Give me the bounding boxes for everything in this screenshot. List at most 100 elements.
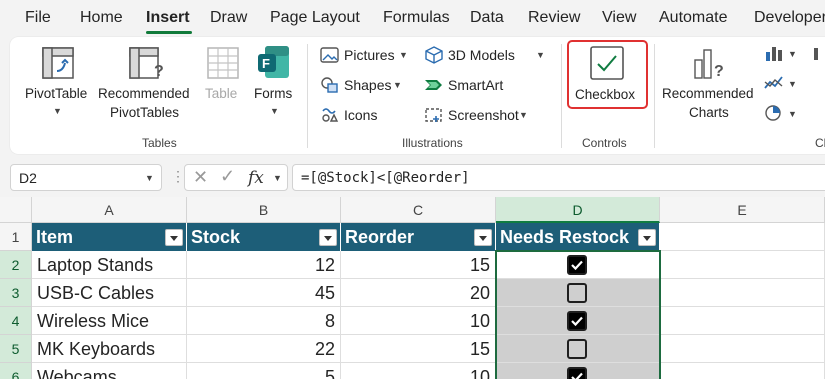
pie-chart-button[interactable]: ▼ <box>764 104 804 126</box>
cube-icon <box>425 46 443 64</box>
cell-reorder[interactable]: 20 <box>341 279 496 307</box>
cell-reorder[interactable]: 15 <box>341 335 496 363</box>
row-header-6[interactable]: 6 <box>0 363 32 379</box>
shapes-button[interactable]: Shapes ▼ <box>320 75 410 97</box>
insert-function-icon[interactable]: fx <box>248 168 264 188</box>
filter-dropdown-icon[interactable] <box>638 229 656 246</box>
tab-automate[interactable]: Automate <box>659 9 727 27</box>
cell-reorder[interactable]: 10 <box>341 307 496 335</box>
group-divider <box>307 44 308 148</box>
enter-icon[interactable]: ✓ <box>220 166 235 187</box>
forms-button[interactable]: F Forms ▼ <box>250 44 298 122</box>
pictures-button[interactable]: Pictures ▼ <box>320 45 410 67</box>
cell-stock[interactable]: 45 <box>187 279 341 307</box>
cell-item[interactable]: Laptop Stands <box>32 251 187 279</box>
chevron-down-icon: ▼ <box>536 50 545 60</box>
row-header-2[interactable]: 2 <box>0 251 32 279</box>
column-header-a[interactable]: A <box>32 197 187 223</box>
empty-cell[interactable] <box>660 307 825 335</box>
chevron-down-icon: ▼ <box>273 173 282 183</box>
cell-reorder[interactable]: 15 <box>341 251 496 279</box>
cell-needs-restock[interactable] <box>496 335 660 363</box>
column-header-e[interactable]: E <box>660 197 825 223</box>
restock-checkbox[interactable] <box>567 255 587 275</box>
tab-page-layout[interactable]: Page Layout <box>270 9 360 27</box>
cell-needs-restock[interactable] <box>496 363 660 379</box>
screenshot-label: Screenshot <box>448 107 519 123</box>
restock-checkbox[interactable] <box>567 339 587 359</box>
table-label: Table <box>205 86 238 101</box>
tab-data[interactable]: Data <box>470 9 504 27</box>
cell-stock[interactable]: 8 <box>187 307 341 335</box>
restock-checkbox[interactable] <box>567 283 587 303</box>
cell-stock[interactable]: 12 <box>187 251 341 279</box>
chevron-down-icon: ▼ <box>788 79 797 89</box>
name-box[interactable]: D2 ▼ <box>10 164 162 191</box>
3d-models-label: 3D Models <box>448 47 515 63</box>
screenshot-button[interactable]: Screenshot ▼ <box>424 105 534 127</box>
formula-input[interactable]: =[@Stock]<[@Reorder] <box>292 164 825 191</box>
cell-item[interactable]: Wireless Mice <box>32 307 187 335</box>
tab-file[interactable]: File <box>25 9 51 27</box>
pivottable-button[interactable]: PivotTable ▼ <box>22 44 94 122</box>
group-label-controls: Controls <box>582 136 627 150</box>
ribbon-tabs: File Home Insert Draw Page Layout Formul… <box>0 0 825 36</box>
restock-checkbox[interactable] <box>567 311 587 331</box>
cell-needs-restock[interactable] <box>496 307 660 335</box>
chevron-down-icon: ▼ <box>53 106 62 116</box>
svg-text:?: ? <box>714 63 724 80</box>
tab-developer[interactable]: Developer <box>754 9 825 27</box>
column-header-c[interactable]: C <box>341 197 496 223</box>
cancel-icon[interactable]: ✕ <box>193 167 208 188</box>
empty-cell[interactable] <box>660 335 825 363</box>
3d-models-button[interactable]: 3D Models ▼ <box>424 45 549 67</box>
recommended-pivottables-button[interactable]: ? Recommended PivotTables <box>98 44 196 122</box>
row-header-4[interactable]: 4 <box>0 307 32 335</box>
extra-chart-button[interactable] <box>812 44 825 126</box>
filter-dropdown-icon[interactable] <box>165 229 183 246</box>
filter-dropdown-icon[interactable] <box>474 229 492 246</box>
recommended-charts-button[interactable]: ? Recommended Charts <box>660 44 760 122</box>
tab-home[interactable]: Home <box>80 9 123 27</box>
row-header-5[interactable]: 5 <box>0 335 32 363</box>
cell-stock[interactable]: 5 <box>187 363 341 379</box>
recommended-charts-label-2: Charts <box>689 105 729 120</box>
cell-item[interactable]: MK Keyboards <box>32 335 187 363</box>
filter-dropdown-icon[interactable] <box>319 229 337 246</box>
column-header-b[interactable]: B <box>187 197 341 223</box>
cell-needs-restock[interactable] <box>496 279 660 307</box>
tab-view[interactable]: View <box>602 9 636 27</box>
spreadsheet-grid: A B C D E 1 2 3 4 5 6 Item Stock Reorder… <box>0 197 825 379</box>
row-header-3[interactable]: 3 <box>0 279 32 307</box>
screenshot-icon <box>425 108 442 122</box>
smartart-button[interactable]: SmartArt <box>424 75 514 97</box>
column-header-d[interactable]: D <box>496 197 660 223</box>
table-button[interactable]: Table <box>202 44 244 122</box>
cell-reorder[interactable]: 10 <box>341 363 496 379</box>
tab-review[interactable]: Review <box>528 9 580 27</box>
cell-item[interactable]: Webcams <box>32 363 187 379</box>
line-chart-button[interactable]: ▼ <box>764 74 804 96</box>
empty-cell[interactable] <box>660 363 825 379</box>
group-label-illustrations: Illustrations <box>402 136 463 150</box>
more-options-icon[interactable]: ⋮ <box>171 168 185 185</box>
row-header-1[interactable]: 1 <box>0 223 32 251</box>
icons-button[interactable]: Icons <box>320 105 400 127</box>
recommended-charts-label-1: Recommended <box>662 86 754 101</box>
restock-checkbox[interactable] <box>567 367 587 379</box>
cell-stock[interactable]: 22 <box>187 335 341 363</box>
cell-item[interactable]: USB-C Cables <box>32 279 187 307</box>
table-header-label: Stock <box>191 227 241 247</box>
chevron-down-icon: ▼ <box>270 106 279 116</box>
cell-needs-restock-active[interactable] <box>496 251 660 279</box>
tab-formulas[interactable]: Formulas <box>383 9 450 27</box>
tab-insert[interactable]: Insert <box>146 9 190 27</box>
table-header-label: Needs Restock <box>500 227 630 247</box>
empty-cell[interactable] <box>660 279 825 307</box>
select-all-corner[interactable] <box>0 197 32 223</box>
column-chart-button[interactable]: ▼ <box>764 44 804 66</box>
tab-draw[interactable]: Draw <box>210 9 247 27</box>
empty-cell[interactable] <box>660 223 825 251</box>
empty-cell[interactable] <box>660 251 825 279</box>
chevron-down-icon: ▼ <box>788 109 797 119</box>
